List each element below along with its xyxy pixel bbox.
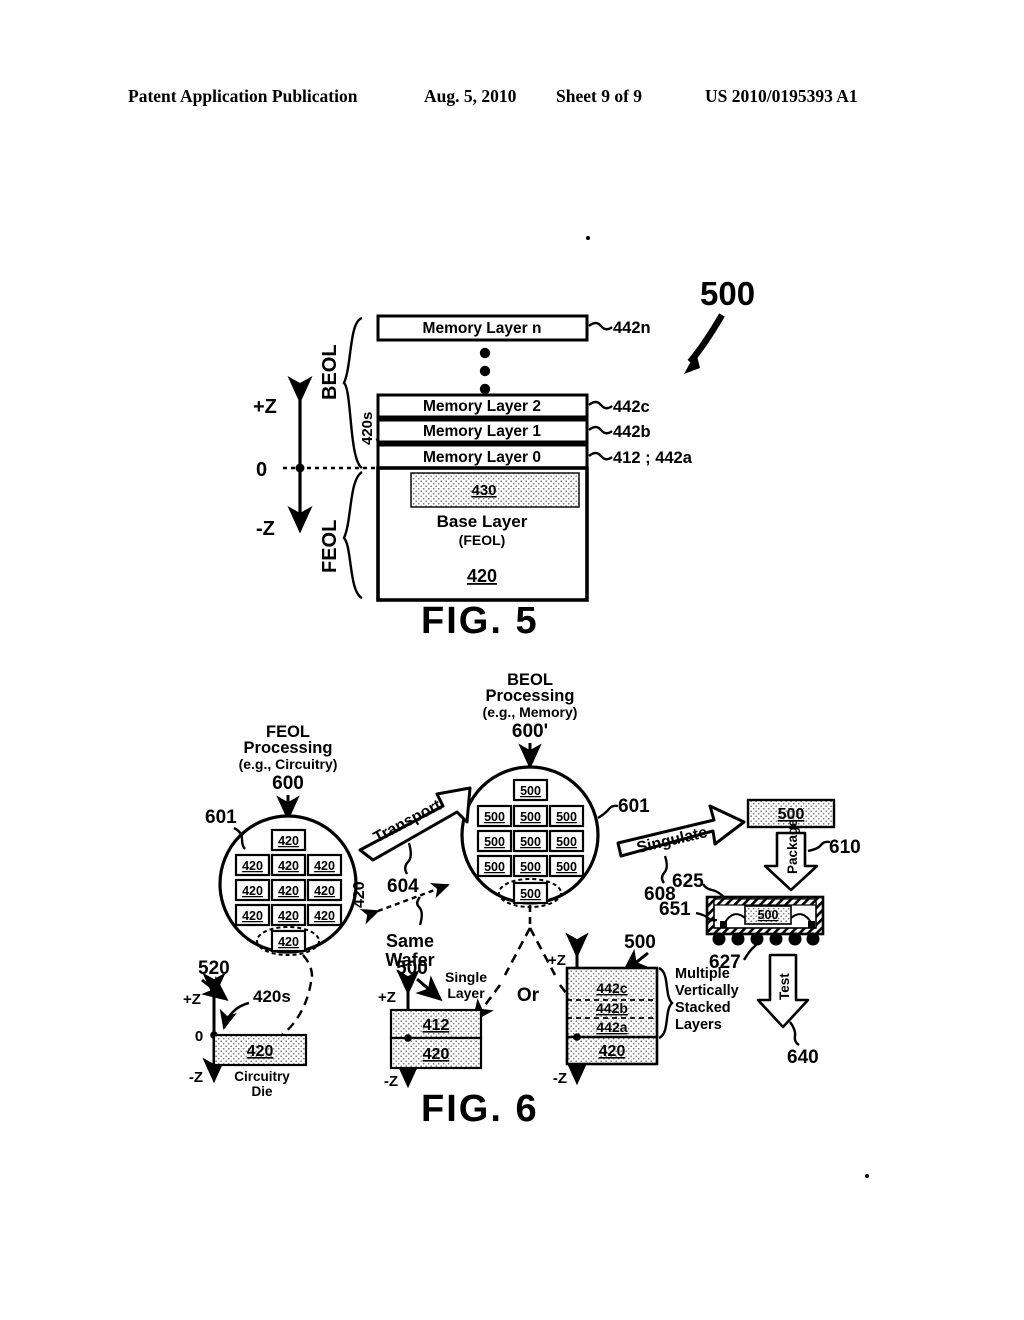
fig6-stacked-layer-1: 442b — [596, 1000, 628, 1016]
fig6-test-label: Test — [777, 973, 792, 1000]
fig5-ellipsis-dot — [479, 383, 491, 395]
svg-text:420: 420 — [314, 859, 335, 873]
fig6-feol-edge-ref: 601 — [205, 807, 237, 828]
svg-text:420: 420 — [278, 935, 299, 949]
fig6-circuitry-caption-2: Die — [251, 1084, 273, 1099]
svg-text:420: 420 — [278, 859, 299, 873]
patent-page: Patent Application Publication Aug. 5, 2… — [0, 0, 1024, 1320]
fig5-ref-500: 500 — [700, 275, 755, 312]
fig6-or-label: Or — [517, 985, 540, 1006]
fig6-single-layer-top-label: 412 — [423, 1017, 450, 1034]
fig5-base-title: Base Layer — [437, 512, 528, 531]
fig6-circuitry-axis-zero: 0 — [195, 1028, 203, 1045]
fig5-bracket-label-beol: BEOL — [319, 344, 341, 400]
fig6-stacked-die: 442c 442b 442a 420 — [565, 966, 659, 1066]
svg-text:500: 500 — [520, 835, 541, 849]
fig6-test-arrow: Test — [756, 953, 810, 1029]
fig5-axis-plusz: +Z — [253, 396, 277, 418]
svg-text:500: 500 — [520, 784, 541, 798]
fig6-feol-title-3: (e.g., Circuitry) — [239, 756, 338, 772]
fig6-feol-ref: 600 — [272, 773, 304, 794]
fig5-layer-ref-0: 442n — [613, 319, 651, 337]
fig5-layer-label-2: Memory Layer 1 — [423, 423, 541, 440]
svg-text:420: 420 — [242, 909, 263, 923]
svg-text:500: 500 — [556, 860, 577, 874]
fig6-stacked-bracket-2: Vertically — [675, 983, 739, 999]
fig5-layer-label-0: Memory Layer n — [423, 320, 542, 337]
svg-text:500: 500 — [520, 810, 541, 824]
svg-text:420: 420 — [278, 834, 299, 848]
fig6-circuitry-ref-520: 520 — [198, 958, 230, 979]
fig6-single-axis-minus: -Z — [384, 1073, 398, 1090]
fig6-package-arrow: Package — [763, 819, 819, 892]
fig6-circuitry-caption-1: Circuitry — [234, 1069, 290, 1084]
fig6-package-ref-625: 625 — [672, 871, 704, 892]
fig6-stacked-bracket-4: Layers — [675, 1017, 722, 1033]
fig6-stacked-bracket-3: Stacked — [675, 1000, 731, 1016]
fig6-circuitry-axis-minus: -Z — [189, 1069, 203, 1086]
svg-text:500: 500 — [484, 835, 505, 849]
svg-text:420: 420 — [314, 884, 335, 898]
figure-6-caption: FIG. 6 — [421, 1088, 539, 1130]
svg-text:500: 500 — [520, 860, 541, 874]
fig6-package-die-label: 500 — [758, 908, 779, 922]
fig6-transport-ref: 604 — [387, 876, 419, 897]
fig6-beol-edge-ref: 601 — [618, 796, 650, 817]
fig6-feol-side-ref: 420 — [351, 881, 368, 908]
svg-text:420: 420 — [314, 909, 335, 923]
fig5-axis-zero: 0 — [256, 459, 267, 481]
fig6-package-ref-651: 651 — [659, 899, 691, 920]
fig6-single-caption-2: Layer — [447, 985, 485, 1001]
fig6-package-ref: 610 — [829, 837, 861, 858]
fig6-single-ref-500: 500 — [396, 958, 428, 979]
fig6-stacked-ref-500: 500 — [624, 932, 656, 953]
fig6-beol-title-2: Processing — [486, 687, 575, 705]
fig6-transport-arrow: Transport — [358, 786, 472, 862]
fig5-layer-label-3: Memory Layer 0 — [423, 449, 541, 466]
fig5-axis-minusz: -Z — [256, 518, 275, 540]
fig6-circuitry-die-label: 420 — [247, 1043, 274, 1060]
fig6-feol-title-2: Processing — [244, 739, 333, 757]
fig5-layer-ref-2: 442b — [613, 423, 651, 441]
fig6-beol-ref: 600' — [512, 721, 548, 742]
fig6-beol-title-3: (e.g., Memory) — [483, 704, 578, 720]
fig5-callout-420s: 420s — [359, 412, 376, 445]
fig5-ellipsis-dot — [479, 365, 491, 377]
svg-text:500: 500 — [484, 810, 505, 824]
fig5-bracket-label-feol: FEOL — [319, 520, 341, 573]
svg-text:500: 500 — [520, 887, 541, 901]
fig6-stacked-layer-2: 442a — [596, 1019, 627, 1035]
fig6-circuitry-axis-plus: +Z — [183, 991, 201, 1008]
svg-text:500: 500 — [484, 860, 505, 874]
fig5-layer-ref-3: 412 ; 442a — [613, 449, 693, 467]
fig6-test-ref: 640 — [787, 1047, 819, 1068]
fig6-stacked-axis-minus: -Z — [553, 1070, 567, 1087]
fig6-stacked-bracket-1: Multiple — [675, 966, 730, 982]
svg-text:500: 500 — [556, 835, 577, 849]
fig6-stacked-axis-plus: +Z — [548, 952, 566, 969]
fig6-same-wafer-1: Same — [386, 931, 434, 951]
svg-text:420: 420 — [242, 884, 263, 898]
svg-text:420: 420 — [242, 859, 263, 873]
fig5-layer-label-1: Memory Layer 2 — [423, 398, 541, 415]
fig5-base-inner-ref: 430 — [471, 482, 496, 499]
figure-5-caption: FIG. 5 — [421, 600, 539, 642]
fig5-base-ref: 420 — [467, 566, 497, 586]
svg-text:420: 420 — [278, 884, 299, 898]
fig5-ellipsis-dot — [479, 347, 491, 359]
fig6-package-label: Package — [785, 819, 800, 874]
fig6-single-axis-plus: +Z — [378, 989, 396, 1006]
fig6-stacked-layer-0: 442c — [596, 980, 627, 996]
fig5-layer-ref-1: 442c — [613, 398, 650, 416]
svg-text:420: 420 — [278, 909, 299, 923]
fig6-single-caption-1: Single — [445, 969, 487, 985]
svg-text:500: 500 — [556, 810, 577, 824]
fig6-single-layer-bottom-label: 420 — [423, 1046, 450, 1063]
fig6-circuitry-callout-420s: 420s — [253, 987, 291, 1006]
fig6-package-body: 500 — [705, 895, 825, 946]
fig5-base-subtitle: (FEOL) — [459, 532, 506, 548]
fig6-stacked-base-label: 420 — [599, 1043, 626, 1060]
